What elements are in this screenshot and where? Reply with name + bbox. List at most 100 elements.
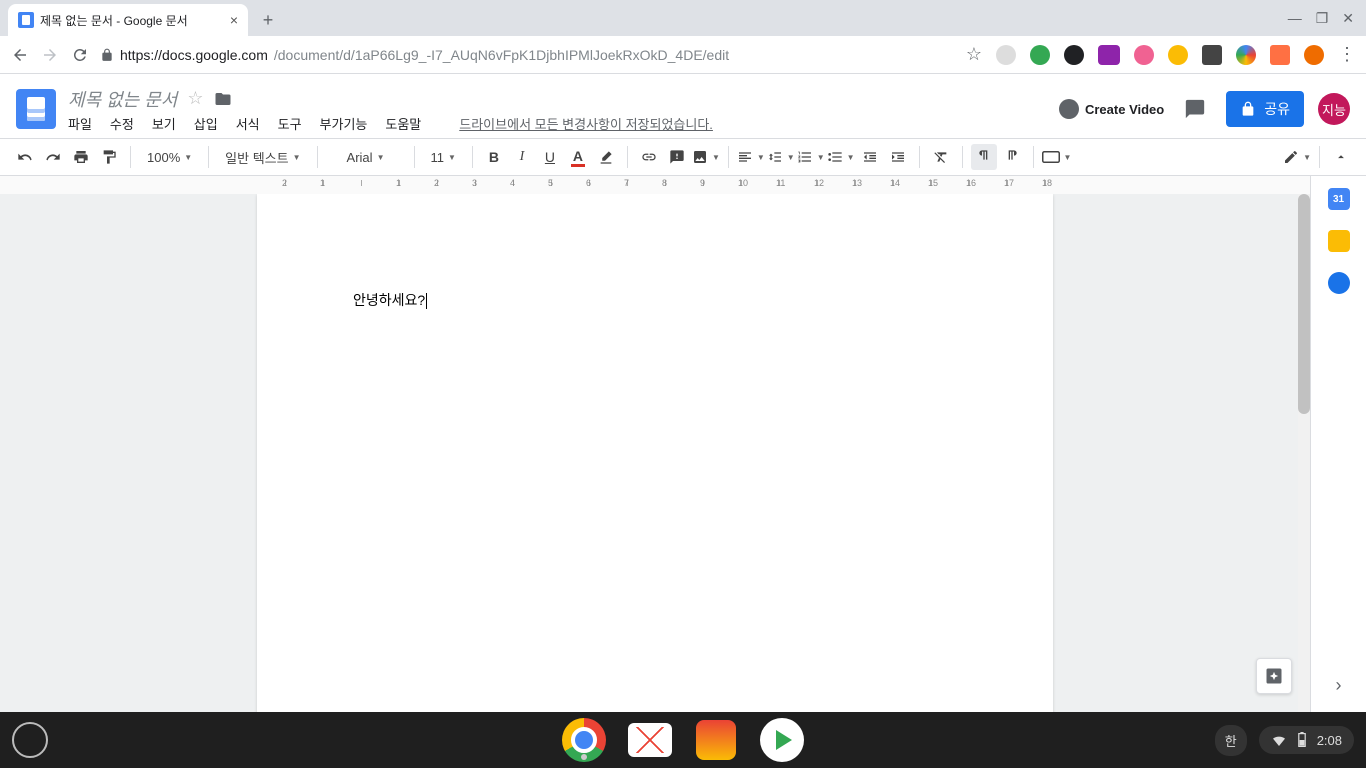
create-video-label: Create Video [1085,102,1164,117]
launcher-button[interactable] [12,722,48,758]
extension-icon[interactable] [1236,45,1256,65]
editing-mode-button[interactable]: ▼ [1283,144,1311,170]
gmail-app-icon[interactable] [628,723,672,757]
extension-icon[interactable] [1270,45,1290,65]
close-tab-icon[interactable]: × [230,12,238,28]
calendar-icon[interactable]: 31 [1328,188,1350,210]
style-select[interactable]: 일반 텍스트▼ [217,144,308,170]
status-tray[interactable]: 2:08 [1259,726,1354,754]
share-label: 공유 [1264,99,1290,119]
maximize-icon[interactable]: ❐ [1316,10,1329,27]
side-panel-toggle[interactable]: › [1336,675,1342,696]
text-cursor [426,293,427,309]
create-video-button[interactable]: Create Video [1059,99,1164,119]
star-icon[interactable]: ☆ [187,88,203,109]
browser-tab[interactable]: 제목 없는 문서 - Google 문서 × [8,4,248,36]
share-button[interactable]: 공유 [1226,91,1304,127]
account-avatar[interactable]: 지능 [1318,93,1350,125]
menu-file[interactable]: 파일 [68,114,92,133]
document-body[interactable]: 안녕하세요? [353,290,957,310]
url-path: /document/d/1aP66Lg9_-I7_AUqN6vFpK1DjbhI… [274,47,729,63]
body-text: 안녕하세요? [353,292,425,308]
browser-actions: ☆ ⋮ [966,44,1356,65]
italic-button[interactable]: I [509,144,535,170]
ltr-button[interactable] [971,144,997,170]
text-color-button[interactable]: A [565,144,591,170]
paint-format-button[interactable] [96,144,122,170]
print-button[interactable] [68,144,94,170]
collapse-toolbar-button[interactable] [1328,144,1354,170]
reload-button[interactable] [70,45,90,65]
minimize-icon[interactable]: — [1288,10,1302,26]
increase-indent-button[interactable] [885,144,911,170]
document-area: 안녕하세요? [0,194,1310,712]
extension-icon[interactable] [996,45,1016,65]
line-spacing-button[interactable]: ▼ [767,144,795,170]
docs-header: 제목 없는 문서 ☆ 파일 수정 보기 삽입 서식 도구 부가기능 도움말 드라… [0,74,1366,138]
keep-icon[interactable] [1328,230,1350,252]
highlight-button[interactable] [593,144,619,170]
tasks-icon[interactable] [1328,272,1350,294]
url-host: https://docs.google.com [120,47,268,63]
extension-icon[interactable] [1030,45,1050,65]
menu-format[interactable]: 서식 [236,114,260,133]
bookmark-star-icon[interactable]: ☆ [966,44,982,65]
new-tab-button[interactable]: + [254,6,282,34]
scrollbar-track[interactable] [1298,194,1310,712]
align-button[interactable]: ▼ [737,144,765,170]
insert-image-button[interactable]: ▼ [692,144,720,170]
zoom-select[interactable]: 100%▼ [139,144,200,170]
extension-icon[interactable] [1134,45,1154,65]
webstore-app-icon[interactable] [694,718,738,762]
decrease-indent-button[interactable] [857,144,883,170]
browser-toolbar: https://docs.google.com/document/d/1aP66… [0,36,1366,74]
menu-view[interactable]: 보기 [152,114,176,133]
browser-menu-icon[interactable]: ⋮ [1338,44,1356,65]
undo-button[interactable] [12,144,38,170]
menu-help[interactable]: 도움말 [385,114,421,133]
camera-icon [1059,99,1079,119]
explore-button[interactable] [1256,658,1292,694]
rtl-button[interactable] [999,144,1025,170]
comments-button[interactable] [1178,92,1212,126]
forward-button[interactable] [40,45,60,65]
move-folder-icon[interactable] [214,90,232,108]
battery-icon [1297,732,1307,748]
address-bar[interactable]: https://docs.google.com/document/d/1aP66… [100,47,729,63]
bold-button[interactable]: B [481,144,507,170]
menu-addons[interactable]: 부가기능 [320,114,368,133]
numbered-list-button[interactable]: ▼ [797,144,825,170]
redo-button[interactable] [40,144,66,170]
extension-icon[interactable] [1202,45,1222,65]
browser-tab-strip: 제목 없는 문서 - Google 문서 × + — ❐ ✕ [0,0,1366,36]
input-tools-button[interactable]: ▼ [1042,144,1072,170]
doc-title[interactable]: 제목 없는 문서 [68,86,177,112]
menu-edit[interactable]: 수정 [110,114,134,133]
chromeos-shelf: 한 2:08 [0,712,1366,768]
extension-icon[interactable] [1064,45,1084,65]
extension-icon[interactable] [1304,45,1324,65]
clear-format-button[interactable] [928,144,954,170]
font-select[interactable]: Arial▼ [326,144,406,170]
back-button[interactable] [10,45,30,65]
font-size-select[interactable]: 11▼ [423,144,464,170]
ruler[interactable]: 21123456789101112131415161718 [0,176,1366,194]
clock: 2:08 [1317,733,1342,748]
window-controls: — ❐ ✕ [1288,0,1366,36]
extension-icon[interactable] [1098,45,1120,65]
ime-indicator[interactable]: 한 [1215,725,1247,756]
docs-logo-icon[interactable] [16,89,56,129]
save-status[interactable]: 드라이브에서 모든 변경사항이 저장되었습니다. [459,114,713,133]
extension-icon[interactable] [1168,45,1188,65]
lock-icon [100,48,114,62]
bulleted-list-button[interactable]: ▼ [827,144,855,170]
scrollbar-thumb[interactable] [1298,194,1310,414]
insert-comment-button[interactable] [664,144,690,170]
underline-button[interactable]: U [537,144,563,170]
play-store-icon[interactable] [760,718,804,762]
menu-tools[interactable]: 도구 [278,114,302,133]
document-page[interactable]: 안녕하세요? [257,194,1053,712]
insert-link-button[interactable] [636,144,662,170]
menu-insert[interactable]: 삽입 [194,114,218,133]
close-window-icon[interactable]: ✕ [1342,10,1354,27]
